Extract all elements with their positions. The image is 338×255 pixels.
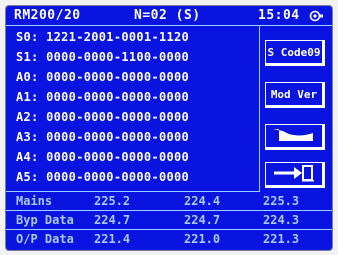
- code-label: A5:: [16, 170, 39, 184]
- reading-value: 221.3: [263, 232, 300, 246]
- code-value: 0000-0000-1100-0000: [46, 50, 190, 64]
- waveform-button[interactable]: [265, 124, 325, 150]
- code-label: A2:: [16, 110, 39, 124]
- code-value: 0000-0000-0000-0000: [46, 70, 190, 84]
- reading-value: 224.4: [184, 194, 221, 208]
- reading-value: 224.7: [94, 213, 131, 227]
- reading-value: 225.2: [94, 194, 131, 208]
- code-row-a0: A0: 0000-0000-0000-0000: [16, 70, 189, 88]
- reading-value: 224.3: [263, 213, 300, 227]
- node-indicator: N=02 (S): [134, 8, 201, 23]
- reading-value: 225.3: [263, 194, 300, 208]
- code-label: A4:: [16, 150, 39, 164]
- reading-label: Byp Data: [16, 213, 74, 227]
- reading-value: 224.7: [184, 213, 221, 227]
- side-button-panel: S Code09 Mod Ver: [260, 26, 332, 192]
- clock: 15:04: [258, 8, 300, 23]
- model-label: RM200/20: [14, 8, 81, 23]
- code-row-a5: A5: 0000-0000-0000-0000: [16, 170, 189, 188]
- reading-row-mains: Mains 225.2 224.4 225.3: [6, 192, 332, 211]
- code-value: 0000-0000-0000-0000: [46, 170, 190, 184]
- code-label: A3:: [16, 130, 39, 144]
- code-value: 0000-0000-0000-0000: [46, 150, 190, 164]
- waveform-icon: [271, 127, 317, 146]
- reading-label: O/P Data: [16, 232, 74, 246]
- code-row-a4: A4: 0000-0000-0000-0000: [16, 150, 189, 168]
- reading-value: 221.4: [94, 232, 131, 246]
- code-label: S1:: [16, 50, 39, 64]
- mod-ver-button[interactable]: Mod Ver: [265, 82, 325, 108]
- exit-arrow-icon: [272, 164, 316, 185]
- s-code-button[interactable]: S Code09: [265, 40, 325, 66]
- code-label: A0:: [16, 70, 39, 84]
- ups-monitor-screen: RM200/20 N=02 (S) 15:04 S0: 1221-2001-00…: [6, 6, 332, 250]
- reading-row-bypass: Byp Data 224.7 224.7 224.3: [6, 211, 332, 230]
- exit-button[interactable]: [265, 162, 325, 188]
- code-label: A1:: [16, 90, 39, 104]
- code-row-a2: A2: 0000-0000-0000-0000: [16, 110, 189, 128]
- reading-label: Mains: [16, 194, 53, 208]
- ups-icon: [308, 10, 324, 26]
- measurement-table: Mains 225.2 224.4 225.3 Byp Data 224.7 2…: [6, 192, 332, 250]
- reading-row-output: O/P Data 221.4 221.0 221.3: [6, 230, 332, 249]
- code-row-s0: S0: 1221-2001-0001-1120: [16, 30, 189, 48]
- status-header: RM200/20 N=02 (S) 15:04: [6, 6, 332, 26]
- code-value: 0000-0000-0000-0000: [46, 90, 190, 104]
- code-row-s1: S1: 0000-0000-1100-0000: [16, 50, 189, 68]
- code-value: 1221-2001-0001-1120: [46, 30, 190, 44]
- status-code-list: S0: 1221-2001-0001-1120 S1: 0000-0000-11…: [6, 26, 260, 192]
- code-row-a1: A1: 0000-0000-0000-0000: [16, 90, 189, 108]
- code-label: S0:: [16, 30, 39, 44]
- code-value: 0000-0000-0000-0000: [46, 130, 190, 144]
- reading-value: 221.0: [184, 232, 221, 246]
- code-row-a3: A3: 0000-0000-0000-0000: [16, 130, 189, 148]
- code-value: 0000-0000-0000-0000: [46, 110, 190, 124]
